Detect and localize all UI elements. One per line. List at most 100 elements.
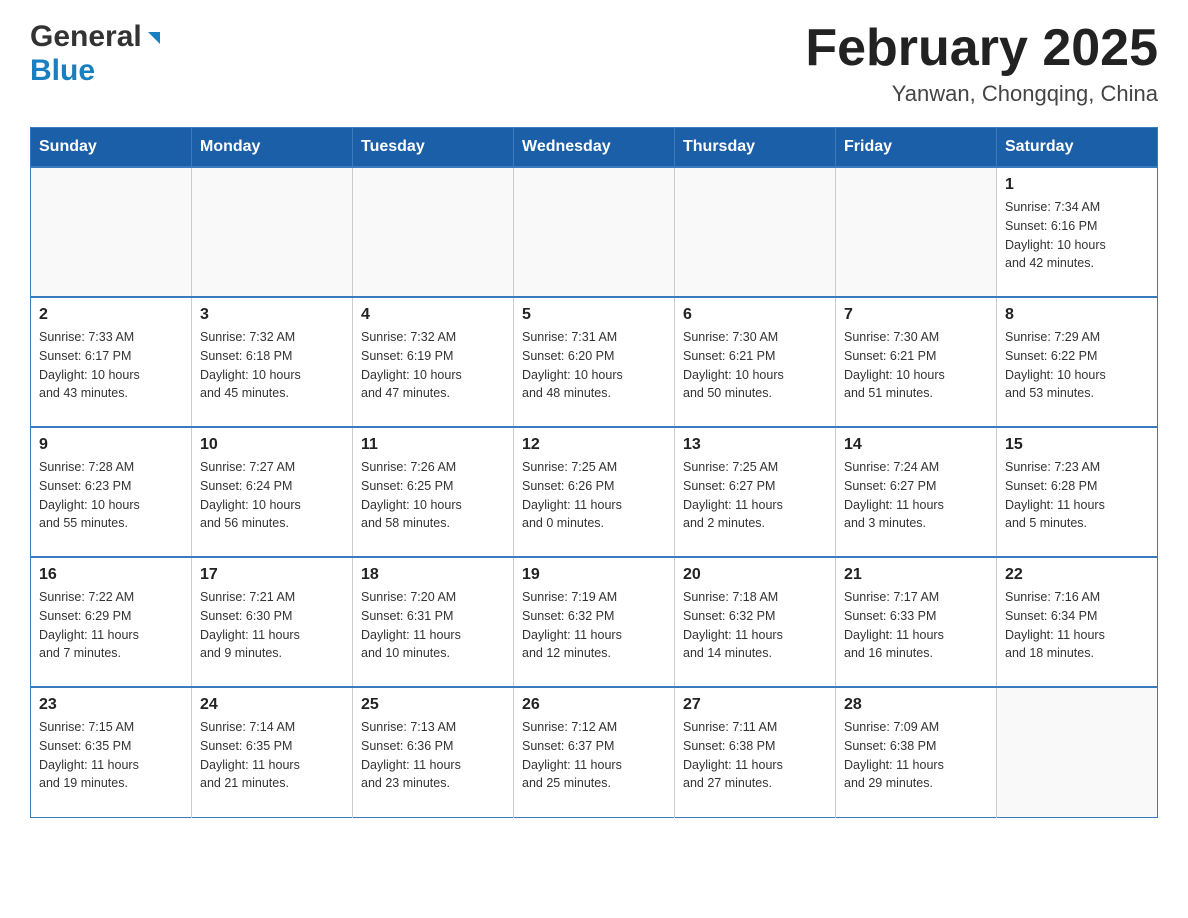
day-info: Sunrise: 7:17 AMSunset: 6:33 PMDaylight:…	[844, 588, 988, 663]
calendar-cell: 10 Sunrise: 7:27 AMSunset: 6:24 PMDayligh…	[192, 427, 353, 557]
day-number: 19	[522, 566, 666, 584]
day-info: Sunrise: 7:11 AMSunset: 6:38 PMDaylight:…	[683, 718, 827, 793]
day-info: Sunrise: 7:27 AMSunset: 6:24 PMDaylight:…	[200, 458, 344, 533]
day-info: Sunrise: 7:25 AMSunset: 6:27 PMDaylight:…	[683, 458, 827, 533]
day-number: 20	[683, 566, 827, 584]
calendar-cell: 23 Sunrise: 7:15 AMSunset: 6:35 PMDayligh…	[31, 687, 192, 817]
day-of-week-thursday: Thursday	[675, 128, 836, 168]
calendar-cell: 22 Sunrise: 7:16 AMSunset: 6:34 PMDayligh…	[997, 557, 1158, 687]
day-number: 16	[39, 566, 183, 584]
calendar-cell: 27 Sunrise: 7:11 AMSunset: 6:38 PMDayligh…	[675, 687, 836, 817]
calendar-cell	[192, 167, 353, 297]
day-info: Sunrise: 7:31 AMSunset: 6:20 PMDaylight:…	[522, 328, 666, 403]
day-number: 22	[1005, 566, 1149, 584]
logo: General Blue	[30, 20, 164, 88]
day-number: 17	[200, 566, 344, 584]
day-info: Sunrise: 7:25 AMSunset: 6:26 PMDaylight:…	[522, 458, 666, 533]
day-info: Sunrise: 7:09 AMSunset: 6:38 PMDaylight:…	[844, 718, 988, 793]
day-of-week-tuesday: Tuesday	[353, 128, 514, 168]
day-number: 24	[200, 696, 344, 714]
day-info: Sunrise: 7:34 AMSunset: 6:16 PMDaylight:…	[1005, 198, 1149, 273]
days-of-week-row: SundayMondayTuesdayWednesdayThursdayFrid…	[31, 128, 1158, 168]
day-number: 3	[200, 306, 344, 324]
logo-triangle-icon	[144, 28, 164, 48]
calendar-cell: 1 Sunrise: 7:34 AMSunset: 6:16 PMDaylight…	[997, 167, 1158, 297]
day-info: Sunrise: 7:15 AMSunset: 6:35 PMDaylight:…	[39, 718, 183, 793]
day-number: 4	[361, 306, 505, 324]
day-of-week-wednesday: Wednesday	[514, 128, 675, 168]
calendar-cell: 14 Sunrise: 7:24 AMSunset: 6:27 PMDayligh…	[836, 427, 997, 557]
day-info: Sunrise: 7:19 AMSunset: 6:32 PMDaylight:…	[522, 588, 666, 663]
calendar-cell: 2Sunrise: 7:33 AMSunset: 6:17 PMDaylight…	[31, 297, 192, 427]
calendar-cell: 15 Sunrise: 7:23 AMSunset: 6:28 PMDayligh…	[997, 427, 1158, 557]
week-row-5: 23 Sunrise: 7:15 AMSunset: 6:35 PMDayligh…	[31, 687, 1158, 817]
calendar-header: SundayMondayTuesdayWednesdayThursdayFrid…	[31, 128, 1158, 168]
day-number: 15	[1005, 436, 1149, 454]
week-row-1: 1 Sunrise: 7:34 AMSunset: 6:16 PMDaylight…	[31, 167, 1158, 297]
day-number: 14	[844, 436, 988, 454]
calendar-cell: 12 Sunrise: 7:25 AMSunset: 6:26 PMDayligh…	[514, 427, 675, 557]
day-of-week-saturday: Saturday	[997, 128, 1158, 168]
calendar-cell: 18Sunrise: 7:20 AMSunset: 6:31 PMDayligh…	[353, 557, 514, 687]
day-info: Sunrise: 7:22 AMSunset: 6:29 PMDaylight:…	[39, 588, 183, 663]
calendar-cell	[836, 167, 997, 297]
day-info: Sunrise: 7:24 AMSunset: 6:27 PMDaylight:…	[844, 458, 988, 533]
day-number: 5	[522, 306, 666, 324]
calendar-cell: 28 Sunrise: 7:09 AMSunset: 6:38 PMDayligh…	[836, 687, 997, 817]
day-number: 7	[844, 306, 988, 324]
day-number: 2	[39, 306, 183, 324]
calendar-cell: 13Sunrise: 7:25 AMSunset: 6:27 PMDayligh…	[675, 427, 836, 557]
calendar-cell	[31, 167, 192, 297]
day-info: Sunrise: 7:14 AMSunset: 6:35 PMDaylight:…	[200, 718, 344, 793]
day-info: Sunrise: 7:32 AMSunset: 6:18 PMDaylight:…	[200, 328, 344, 403]
calendar-title: February 2025	[805, 20, 1158, 77]
day-number: 9	[39, 436, 183, 454]
calendar-cell: 7Sunrise: 7:30 AMSunset: 6:21 PMDaylight…	[836, 297, 997, 427]
calendar-cell: 21 Sunrise: 7:17 AMSunset: 6:33 PMDayligh…	[836, 557, 997, 687]
calendar-cell: 3 Sunrise: 7:32 AMSunset: 6:18 PMDaylight…	[192, 297, 353, 427]
day-number: 27	[683, 696, 827, 714]
calendar-cell: 20Sunrise: 7:18 AMSunset: 6:32 PMDayligh…	[675, 557, 836, 687]
day-number: 8	[1005, 306, 1149, 324]
week-row-4: 16 Sunrise: 7:22 AMSunset: 6:29 PMDayligh…	[31, 557, 1158, 687]
day-number: 11	[361, 436, 505, 454]
day-info: Sunrise: 7:30 AMSunset: 6:21 PMDaylight:…	[683, 328, 827, 403]
week-row-2: 2Sunrise: 7:33 AMSunset: 6:17 PMDaylight…	[31, 297, 1158, 427]
calendar-cell	[353, 167, 514, 297]
day-info: Sunrise: 7:13 AMSunset: 6:36 PMDaylight:…	[361, 718, 505, 793]
day-number: 10	[200, 436, 344, 454]
day-number: 12	[522, 436, 666, 454]
day-info: Sunrise: 7:16 AMSunset: 6:34 PMDaylight:…	[1005, 588, 1149, 663]
calendar-cell: 16 Sunrise: 7:22 AMSunset: 6:29 PMDayligh…	[31, 557, 192, 687]
calendar-cell: 5 Sunrise: 7:31 AMSunset: 6:20 PMDaylight…	[514, 297, 675, 427]
day-number: 23	[39, 696, 183, 714]
calendar-cell: 8 Sunrise: 7:29 AMSunset: 6:22 PMDaylight…	[997, 297, 1158, 427]
calendar-cell	[997, 687, 1158, 817]
day-info: Sunrise: 7:21 AMSunset: 6:30 PMDaylight:…	[200, 588, 344, 663]
day-info: Sunrise: 7:23 AMSunset: 6:28 PMDaylight:…	[1005, 458, 1149, 533]
day-of-week-monday: Monday	[192, 128, 353, 168]
page-header: General Blue February 2025 Yanwan, Chong…	[30, 20, 1158, 107]
calendar-subtitle: Yanwan, Chongqing, China	[805, 81, 1158, 107]
logo-general-text: General	[30, 20, 142, 54]
day-info: Sunrise: 7:28 AMSunset: 6:23 PMDaylight:…	[39, 458, 183, 533]
day-number: 1	[1005, 176, 1149, 194]
day-number: 21	[844, 566, 988, 584]
day-info: Sunrise: 7:29 AMSunset: 6:22 PMDaylight:…	[1005, 328, 1149, 403]
logo-blue-text: Blue	[30, 54, 95, 87]
day-number: 6	[683, 306, 827, 324]
calendar-cell: 25Sunrise: 7:13 AMSunset: 6:36 PMDayligh…	[353, 687, 514, 817]
calendar-cell: 11 Sunrise: 7:26 AMSunset: 6:25 PMDayligh…	[353, 427, 514, 557]
day-info: Sunrise: 7:26 AMSunset: 6:25 PMDaylight:…	[361, 458, 505, 533]
calendar-cell: 24 Sunrise: 7:14 AMSunset: 6:35 PMDayligh…	[192, 687, 353, 817]
calendar-cell: 9 Sunrise: 7:28 AMSunset: 6:23 PMDaylight…	[31, 427, 192, 557]
calendar-title-block: February 2025 Yanwan, Chongqing, China	[805, 20, 1158, 107]
calendar-cell: 4Sunrise: 7:32 AMSunset: 6:19 PMDaylight…	[353, 297, 514, 427]
day-info: Sunrise: 7:12 AMSunset: 6:37 PMDaylight:…	[522, 718, 666, 793]
day-number: 28	[844, 696, 988, 714]
day-of-week-sunday: Sunday	[31, 128, 192, 168]
calendar-cell	[514, 167, 675, 297]
day-of-week-friday: Friday	[836, 128, 997, 168]
week-row-3: 9 Sunrise: 7:28 AMSunset: 6:23 PMDaylight…	[31, 427, 1158, 557]
calendar-cell	[675, 167, 836, 297]
